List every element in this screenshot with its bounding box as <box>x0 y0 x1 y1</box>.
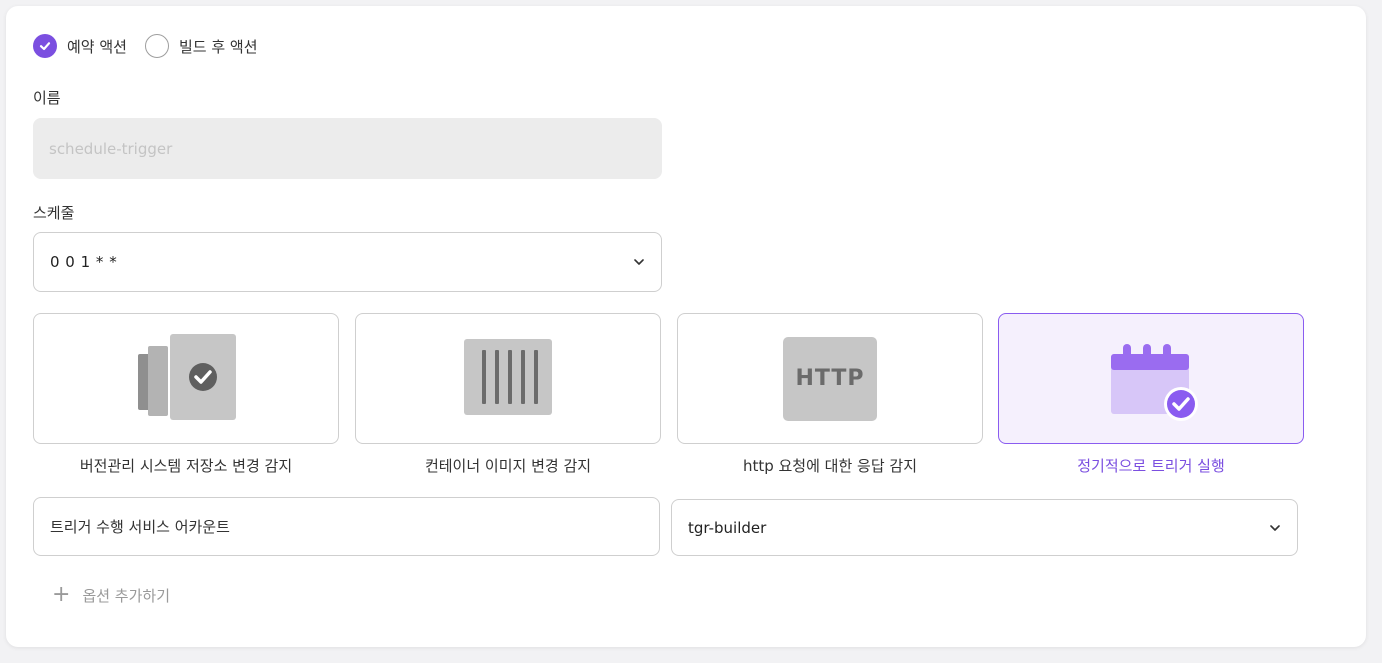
trigger-type-container-label: 컨테이너 이미지 변경 감지 <box>424 457 592 475</box>
calendar-check-icon <box>1101 332 1201 426</box>
service-account-select[interactable]: tgr-builder <box>671 499 1298 556</box>
chevron-down-icon <box>633 256 645 268</box>
radio-unchecked-icon <box>144 34 169 58</box>
trigger-type-http-card[interactable]: HTTP <box>677 313 983 444</box>
schedule-select[interactable]: 0 0 1 * * <box>33 232 662 292</box>
action-type-radio-group: 예약 액션 빌드 후 액션 <box>33 34 276 58</box>
trigger-type-container-card[interactable] <box>355 313 661 444</box>
plus-icon: + <box>52 582 71 607</box>
container-image-icon <box>463 338 553 420</box>
radio-scheduled-action-label: 예약 액션 <box>67 37 127 56</box>
http-icon-text: HTTP <box>795 366 865 391</box>
trigger-type-vcs-label: 버전관리 시스템 저장소 변경 감지 <box>79 457 293 475</box>
service-account-label-field: 트리거 수행 서비스 어카운트 <box>33 497 660 556</box>
service-account-select-value: tgr-builder <box>688 518 767 537</box>
radio-scheduled-action[interactable]: 예약 액션 <box>33 34 127 58</box>
radio-post-build-action[interactable]: 빌드 후 액션 <box>144 34 258 58</box>
trigger-type-scheduled-card[interactable] <box>998 313 1304 444</box>
name-label: 이름 <box>33 89 61 107</box>
radio-checked-icon <box>33 34 57 58</box>
schedule-label: 스케줄 <box>33 204 75 222</box>
name-input: schedule-trigger <box>33 118 662 179</box>
chevron-down-icon <box>1269 522 1281 534</box>
service-account-label: 트리거 수행 서비스 어카운트 <box>50 518 230 536</box>
schedule-select-value: 0 0 1 * * <box>50 253 118 271</box>
vcs-repo-icon <box>136 332 236 426</box>
trigger-type-scheduled-label: 정기적으로 트리거 실행 <box>1077 457 1225 475</box>
radio-post-build-action-label: 빌드 후 액션 <box>178 37 258 56</box>
http-icon: HTTP <box>783 336 877 421</box>
add-option-label: 옵션 추가하기 <box>82 586 171 605</box>
trigger-type-vcs-card[interactable] <box>33 313 339 444</box>
add-option-button[interactable]: + 옵션 추가하기 <box>52 584 170 606</box>
trigger-type-http-label: http 요청에 대한 응답 감지 <box>742 457 918 475</box>
name-input-placeholder: schedule-trigger <box>49 139 173 158</box>
